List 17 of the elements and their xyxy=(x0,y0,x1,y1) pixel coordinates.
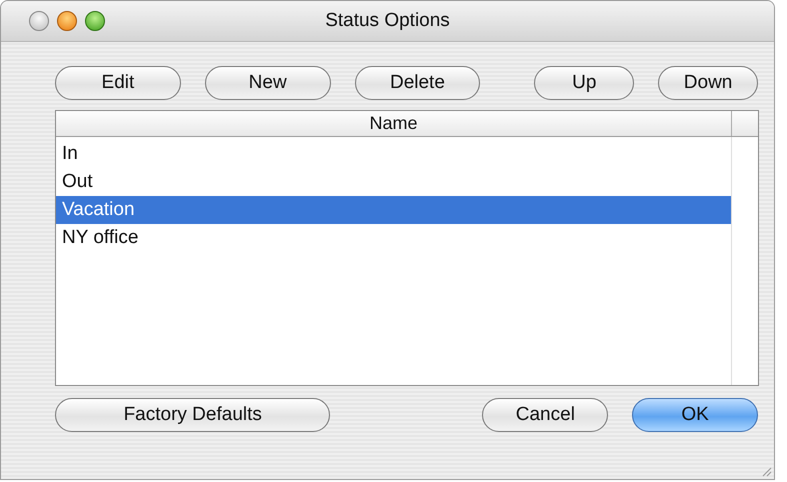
toolbar-button[interactable]: Delete xyxy=(354,66,480,100)
toolbar-button[interactable]: New xyxy=(204,66,331,100)
toolbar-button[interactable]: Up xyxy=(534,66,634,100)
table-row[interactable]: Out xyxy=(56,168,731,196)
table-row[interactable]: In xyxy=(56,140,731,168)
table-row[interactable]: Vacation xyxy=(56,196,731,224)
table-row[interactable]: NY office xyxy=(56,224,731,252)
dialog-button[interactable]: Factory Defaults xyxy=(55,398,330,432)
close-button[interactable] xyxy=(29,11,49,31)
dialog-button[interactable]: Cancel xyxy=(482,398,608,432)
window-title: Status Options xyxy=(325,10,450,32)
minimize-button[interactable] xyxy=(57,11,77,31)
zoom-button[interactable] xyxy=(85,11,105,31)
toolbar-button[interactable]: Edit xyxy=(55,66,181,100)
dialog-button[interactable]: OK xyxy=(632,398,758,432)
resize-grip-icon[interactable] xyxy=(760,465,772,477)
toolbar-button[interactable]: Down xyxy=(658,66,758,100)
